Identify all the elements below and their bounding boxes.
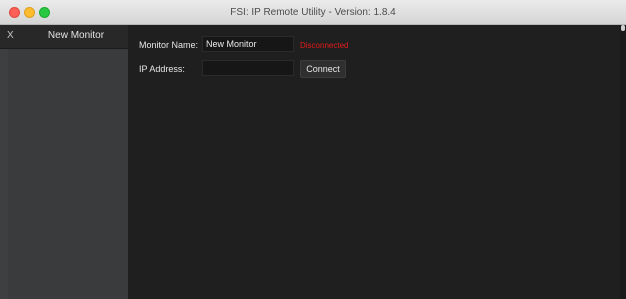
window-title: FSI: IP Remote Utility - Version: 1.8.4 xyxy=(230,7,396,18)
close-monitor-icon[interactable]: X xyxy=(7,30,14,41)
main-panel: Monitor Name: Disconnected IP Address: C… xyxy=(128,25,620,299)
sidebar-item-label: New Monitor xyxy=(47,30,105,41)
sidebar-edge xyxy=(0,49,8,299)
connect-button[interactable]: Connect xyxy=(300,60,346,78)
sidebar: X New Monitor xyxy=(0,25,128,299)
monitor-name-input[interactable] xyxy=(202,36,294,52)
monitor-name-label: Monitor Name: xyxy=(139,40,199,50)
sidebar-item-new-monitor[interactable]: X New Monitor xyxy=(0,25,128,49)
scroll-thumb[interactable] xyxy=(621,25,625,31)
ip-address-label: IP Address: xyxy=(139,64,185,74)
ip-address-input[interactable] xyxy=(202,60,294,76)
connection-status: Disconnected xyxy=(300,41,349,50)
title-bar: FSI: IP Remote Utility - Version: 1.8.4 xyxy=(0,0,626,25)
scrollbar[interactable] xyxy=(620,25,626,299)
